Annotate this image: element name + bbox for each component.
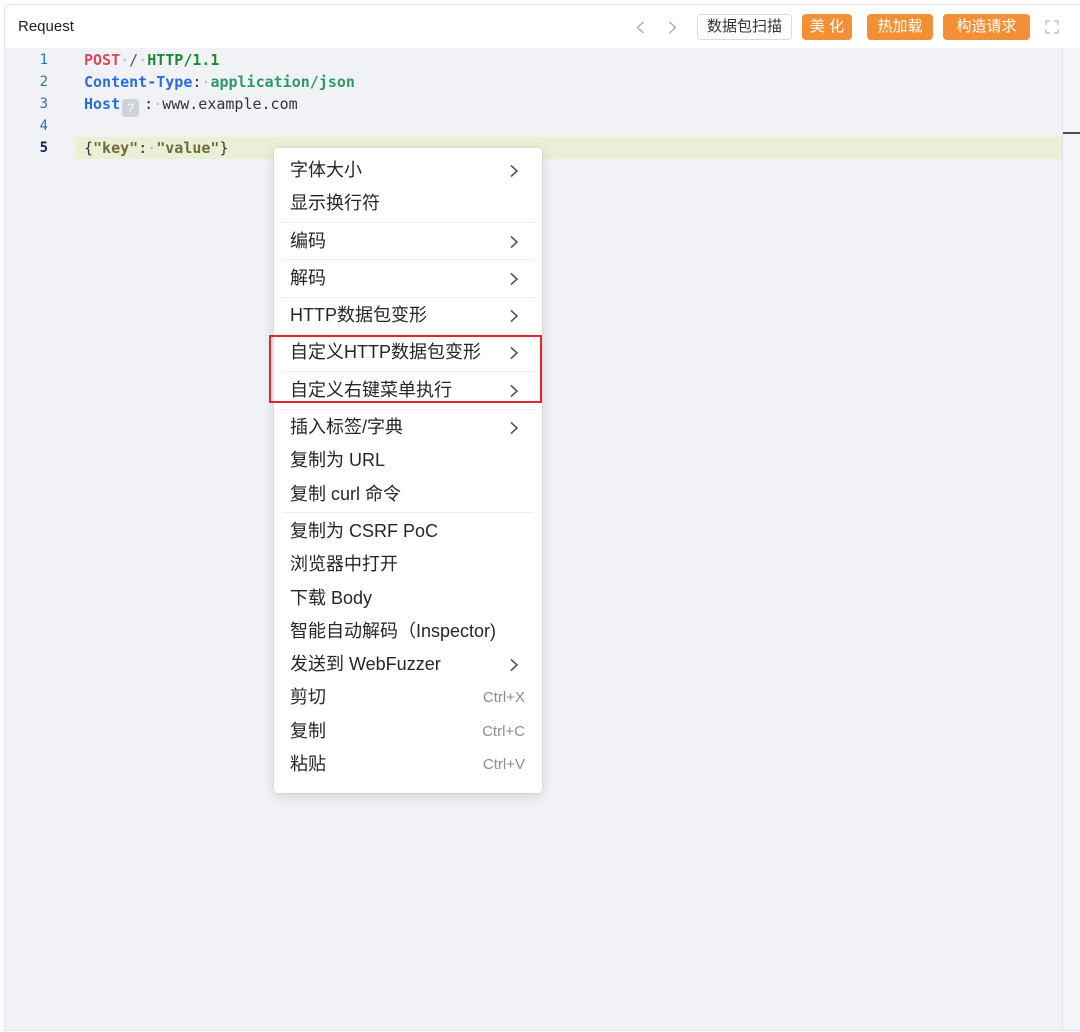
- menu-item-shortcut: Ctrl+X: [482, 689, 525, 707]
- menu-item-font-size[interactable]: 字体大小: [274, 154, 542, 187]
- whitespace-marker: ·: [120, 51, 130, 69]
- chevron-left-icon[interactable]: [636, 21, 645, 34]
- header-name: Host: [84, 95, 121, 113]
- json-brace: {: [84, 139, 94, 157]
- line-number: 1: [39, 52, 48, 68]
- overview-ruler[interactable]: [1062, 48, 1080, 1030]
- menu-item-label: 发送到 WebFuzzer: [290, 654, 441, 675]
- context-menu: 字体大小 显示换行符 编码 解码 HTTP数据包变形 自定义HTTP数据包变形 …: [274, 148, 542, 793]
- build-request-button[interactable]: 构造请求: [943, 14, 1030, 40]
- header-colon: :: [144, 95, 154, 113]
- menu-item-encode[interactable]: 编码: [274, 225, 542, 258]
- menu-item-label: 编码: [290, 230, 326, 251]
- menu-item-label: 解码: [290, 267, 326, 288]
- chevron-right-icon: [509, 421, 519, 435]
- menu-divider: [282, 296, 534, 298]
- chevron-right-icon: [509, 309, 519, 323]
- menu-item-paste[interactable]: 粘贴 Ctrl+V: [274, 748, 542, 781]
- menu-divider: [282, 259, 534, 261]
- chevron-right-icon: [509, 164, 519, 178]
- chevron-right-icon: [509, 658, 519, 672]
- whitespace-marker: ·: [138, 51, 148, 69]
- menu-divider: [282, 408, 534, 410]
- menu-item-label: 复制为 URL: [290, 450, 386, 471]
- menu-item-label: 智能自动解码（Inspector): [290, 620, 497, 641]
- tag-placeholder-widget[interactable]: ?: [122, 99, 140, 117]
- menu-item-label: 插入标签/字典: [290, 417, 404, 438]
- header-value: application/json: [210, 73, 355, 91]
- chevron-right-icon: [509, 272, 519, 286]
- chevron-right-icon: [509, 235, 519, 249]
- json-brace: }: [219, 139, 229, 157]
- annotation-highlight-box: [269, 335, 542, 403]
- menu-item-label: 剪切: [290, 687, 326, 708]
- http-method: POST: [84, 51, 121, 69]
- whitespace-marker: ·: [153, 95, 163, 113]
- line-number: 4: [39, 118, 48, 134]
- json-value: "value": [156, 139, 220, 157]
- menu-item-decode[interactable]: 解码: [274, 262, 542, 295]
- request-path: /: [129, 51, 139, 69]
- menu-item-label: HTTP数据包变形: [290, 305, 427, 326]
- ruler-cursor-marker: [1063, 132, 1080, 134]
- beautify-button[interactable]: 美 化: [802, 14, 852, 40]
- menu-item-label: 复制: [290, 720, 326, 741]
- menu-item-cut[interactable]: 剪切 Ctrl+X: [274, 681, 542, 714]
- menu-item-smart-decode[interactable]: 智能自动解码（Inspector): [274, 615, 542, 648]
- line-number: 2: [39, 74, 48, 90]
- menu-item-send-to-webfuzzer[interactable]: 发送到 WebFuzzer: [274, 648, 542, 681]
- line-number: 3: [39, 96, 48, 112]
- menu-item-label: 字体大小: [290, 160, 362, 180]
- menu-item-label: 浏览器中打开: [290, 554, 398, 575]
- menu-item-shortcut: Ctrl+V: [482, 756, 525, 774]
- header-value: www.example.com: [162, 95, 298, 113]
- whitespace-marker: ·: [147, 139, 157, 157]
- menu-item-label: 下载 Body: [290, 587, 373, 608]
- menu-item-label: 复制 curl 命令: [290, 483, 402, 504]
- menu-item-http-mutate[interactable]: HTTP数据包变形: [274, 299, 542, 332]
- menu-item-label: 显示换行符: [290, 193, 380, 214]
- expand-icon[interactable]: [1045, 20, 1059, 34]
- code-line-header[interactable]: Content-Type:·application/json: [84, 71, 355, 93]
- code-line-body[interactable]: {"key":·"value"}: [84, 137, 229, 159]
- menu-item-show-line-breaks[interactable]: 显示换行符: [274, 187, 542, 220]
- header-name: Content-Type: [84, 73, 193, 91]
- menu-item-insert-tag[interactable]: 插入标签/字典: [274, 411, 542, 444]
- code-line-request-line[interactable]: POST·/·HTTP/1.1: [84, 49, 219, 71]
- menu-item-open-in-browser[interactable]: 浏览器中打开: [274, 548, 542, 581]
- chevron-right-icon[interactable]: [668, 21, 677, 34]
- menu-item-label: 复制为 CSRF PoC: [290, 520, 439, 541]
- menu-item-copy-url[interactable]: 复制为 URL: [274, 444, 542, 477]
- menu-divider: [282, 222, 534, 224]
- json-key: "key": [93, 139, 139, 157]
- menu-item-copy-csrf-poc[interactable]: 复制为 CSRF PoC: [274, 515, 542, 548]
- code-line-header[interactable]: Host?:·www.example.com: [84, 93, 298, 117]
- panel-title: Request: [18, 18, 74, 35]
- menu-item-download-body[interactable]: 下载 Body: [274, 582, 542, 615]
- menu-item-copy[interactable]: 复制 Ctrl+C: [274, 715, 542, 748]
- hot-reload-button[interactable]: 热加载: [867, 14, 933, 40]
- line-number-active: 5: [39, 140, 48, 156]
- menu-item-shortcut: Ctrl+C: [482, 722, 525, 740]
- menu-item-copy-curl[interactable]: 复制 curl 命令: [274, 478, 542, 511]
- packet-scan-button[interactable]: 数据包扫描: [697, 14, 792, 40]
- menu-item-label: 粘贴: [290, 754, 326, 775]
- menu-divider: [282, 512, 534, 514]
- http-version: HTTP/1.1: [147, 51, 220, 69]
- json-colon: :: [138, 139, 148, 157]
